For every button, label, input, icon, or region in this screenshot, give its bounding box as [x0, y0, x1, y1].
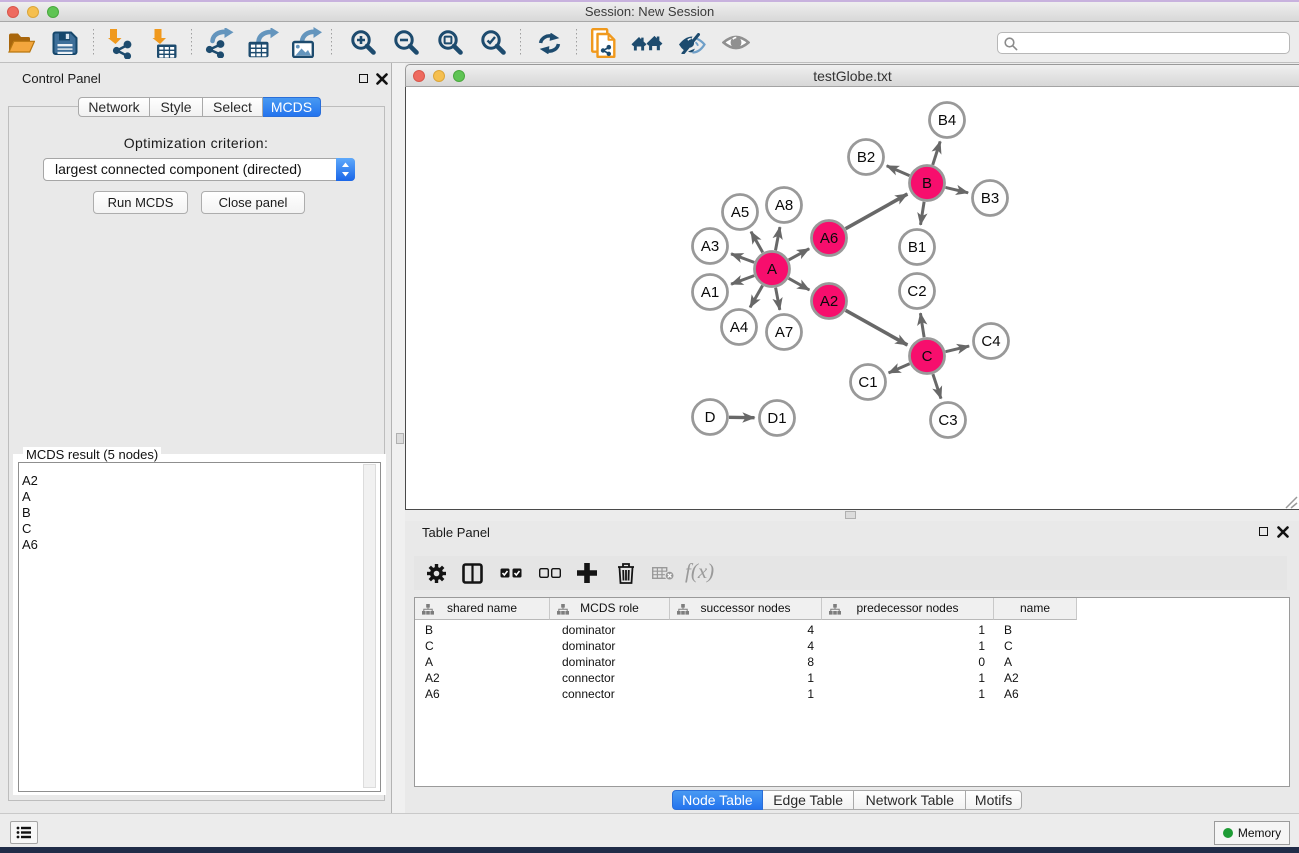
svg-text:C2: C2: [907, 283, 926, 300]
svg-text:B4: B4: [938, 112, 956, 129]
svg-text:B3: B3: [981, 190, 999, 207]
svg-text:B: B: [922, 175, 932, 192]
svg-text:A6: A6: [820, 230, 838, 247]
svg-text:A8: A8: [775, 197, 793, 214]
svg-text:A2: A2: [820, 293, 838, 310]
svg-text:A1: A1: [701, 284, 719, 301]
svg-text:C3: C3: [938, 412, 957, 429]
svg-text:A3: A3: [701, 238, 719, 255]
svg-text:A: A: [767, 261, 777, 278]
svg-text:A7: A7: [775, 324, 793, 341]
svg-text:A5: A5: [731, 204, 749, 221]
svg-text:A4: A4: [730, 319, 748, 336]
svg-text:C4: C4: [981, 333, 1000, 350]
svg-text:D1: D1: [767, 410, 786, 427]
svg-text:C: C: [922, 348, 933, 365]
svg-text:D: D: [705, 409, 716, 426]
svg-text:B2: B2: [857, 149, 875, 166]
svg-text:C1: C1: [858, 374, 877, 391]
svg-text:B1: B1: [908, 239, 926, 256]
